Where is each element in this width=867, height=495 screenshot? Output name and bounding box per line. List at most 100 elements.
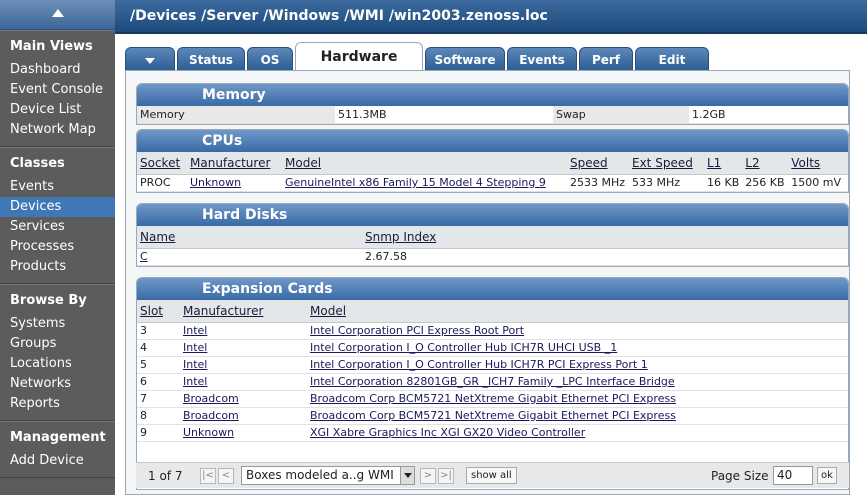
memory-panel-title: Memory xyxy=(137,84,848,106)
card-row: 5 Intel Intel Corporation I_O Controller H… xyxy=(137,356,848,374)
cpu-cell: 533 MHz xyxy=(629,174,704,192)
tab-software[interactable]: Software xyxy=(425,47,505,71)
last-page-button[interactable]: >| xyxy=(438,468,454,484)
card-row: 6 Intel Intel Corporation 82801GB_GR _ICH7… xyxy=(137,373,848,391)
card-cell[interactable]: Intel xyxy=(180,339,307,357)
disk-column-header[interactable]: Name xyxy=(137,226,362,249)
cpu-header-row: Socket Manufacturer Model Speed Ext Speed L1 L… xyxy=(137,152,848,175)
card-cell[interactable]: Broadcom Corp BCM5721 NetXtreme Gigabit … xyxy=(307,390,848,408)
dropdown-caret-icon xyxy=(145,57,155,64)
sidebar-item-events[interactable]: Events xyxy=(0,177,115,197)
card-column-header[interactable]: Slot xyxy=(137,300,180,323)
tab-events[interactable]: Events xyxy=(507,47,577,71)
show-all-button[interactable]: show all xyxy=(466,467,517,484)
sidebar-header xyxy=(0,0,115,30)
sidebar-section: Browse By Systems Groups Locations Networks R… xyxy=(0,284,115,421)
sidebar-item-locations[interactable]: Locations xyxy=(0,354,115,374)
memory-value: 511.3MB xyxy=(335,106,553,124)
cpus-table: Socket Manufacturer Model Speed Ext Speed L1 L… xyxy=(137,152,848,192)
disk-header-row: Name Snmp Index xyxy=(137,226,848,249)
first-page-button[interactable]: |< xyxy=(200,468,216,484)
cpu-cell: PROC xyxy=(137,174,187,192)
card-row: 9 Unknown XGI Xabre Graphics Inc XGI GX20 … xyxy=(137,424,848,442)
tab-os[interactable]: OS xyxy=(247,47,293,71)
card-cell[interactable]: Unknown xyxy=(180,424,307,442)
card-cell[interactable]: Intel xyxy=(180,356,307,374)
app-window: Main Views Dashboard Event Console Device L… xyxy=(0,0,867,495)
cpu-cell: 16 KB xyxy=(704,174,743,192)
sidebar-item-reports[interactable]: Reports xyxy=(0,394,115,414)
cpu-column-header[interactable]: Ext Speed xyxy=(629,152,704,175)
cpu-column-header[interactable]: Speed xyxy=(567,152,629,175)
card-cell[interactable]: Broadcom xyxy=(180,390,307,408)
tab-status[interactable]: Status xyxy=(177,47,245,71)
sidebar-item-systems[interactable]: Systems xyxy=(0,314,115,334)
sidebar-item-processes[interactable]: Processes xyxy=(0,237,115,257)
cpu-column-header[interactable]: Socket xyxy=(137,152,187,175)
top-bar: /Devices /Server /Windows /WMI /win2003.… xyxy=(115,0,867,34)
card-cell[interactable]: Intel Corporation I_O Controller Hub ICH… xyxy=(307,356,848,374)
ok-button[interactable]: ok xyxy=(817,467,837,484)
card-column-header[interactable]: Manufacturer xyxy=(180,300,307,323)
cpu-cell: 1500 mV xyxy=(788,174,848,192)
select-arrow-icon xyxy=(400,467,414,484)
card-cell: 8 xyxy=(137,407,180,425)
prev-page-button[interactable]: < xyxy=(218,468,234,484)
card-row: 7 Broadcom Broadcom Corp BCM5721 NetXtreme… xyxy=(137,390,848,408)
expansion-cards-table: Slot Manufacturer Model 3 Intel Intel Corpora… xyxy=(137,300,848,442)
next-page-button[interactable]: > xyxy=(420,468,436,484)
sidebar-item-networks[interactable]: Networks xyxy=(0,374,115,394)
sidebar-heading: Browse By xyxy=(10,293,87,308)
pager: 1 of 7 |< < Boxes modeled a..g WMI > >| … xyxy=(136,462,849,488)
card-cell[interactable]: XGI Xabre Graphics Inc XGI GX20 Video Co… xyxy=(307,424,848,442)
disk-row: C 2.67.58 xyxy=(137,248,848,266)
tab-perf[interactable]: Perf xyxy=(579,47,633,71)
cpu-column-header[interactable]: Manufacturer xyxy=(187,152,282,175)
memory-panel: Memory Memory 511.3MB Swap 1.2GB xyxy=(136,83,849,125)
card-cell[interactable]: Intel xyxy=(180,373,307,391)
sidebar-item-event-console[interactable]: Event Console xyxy=(0,80,115,100)
sidebar-item-devices[interactable]: Devices xyxy=(0,197,115,217)
disk-cell: 2.67.58 xyxy=(362,248,848,266)
card-cell[interactable]: Intel Corporation 82801GB_GR _ICH7 Famil… xyxy=(307,373,848,391)
sidebar-section: Main Views Dashboard Event Console Device L… xyxy=(0,30,115,147)
tab-menu-dropdown[interactable] xyxy=(125,47,175,71)
card-cell: 4 xyxy=(137,339,180,357)
cpu-column-header[interactable]: Volts xyxy=(788,152,848,175)
disk-cell[interactable]: C xyxy=(137,248,362,266)
card-cell[interactable]: Broadcom Corp BCM5721 NetXtreme Gigabit … xyxy=(307,407,848,425)
sidebar-item-products[interactable]: Products xyxy=(0,257,115,277)
breadcrumb: /Devices /Server /Windows /WMI /win2003.… xyxy=(130,8,548,24)
sidebar-item-services[interactable]: Services xyxy=(0,217,115,237)
tab-hardware[interactable]: Hardware xyxy=(295,42,423,72)
sidebar-item-network-map[interactable]: Network Map xyxy=(0,120,115,140)
cpus-panel: CPUs Socket Manufacturer Model Speed Ext Spe… xyxy=(136,129,849,193)
sidebar-item-device-list[interactable]: Device List xyxy=(0,100,115,120)
card-cell: 9 xyxy=(137,424,180,442)
cpu-column-header[interactable]: Model xyxy=(282,152,567,175)
sidebar: Main Views Dashboard Event Console Device L… xyxy=(0,0,115,495)
cpu-cell[interactable]: GenuineIntel x86 Family 15 Model 4 Stepp… xyxy=(282,174,567,192)
card-column-header[interactable]: Model xyxy=(307,300,848,323)
cpu-column-header[interactable]: L2 xyxy=(742,152,789,175)
sidebar-item-dashboard[interactable]: Dashboard xyxy=(0,60,115,80)
sidebar-heading: Classes xyxy=(10,156,65,171)
tab-bar: Status OS Software Events Perf Edit Hard… xyxy=(125,42,850,72)
cpu-column-header[interactable]: L1 xyxy=(704,152,743,175)
card-cell[interactable]: Broadcom xyxy=(180,407,307,425)
collapse-up-icon[interactable] xyxy=(51,9,64,17)
card-cell[interactable]: Intel Corporation I_O Controller Hub ICH… xyxy=(307,339,848,357)
sidebar-heading: Management xyxy=(10,430,106,445)
expansion-cards-panel-title: Expansion Cards xyxy=(137,278,848,300)
disk-column-header[interactable]: Snmp Index xyxy=(362,226,848,249)
card-row: 3 Intel Intel Corporation PCI Express Root… xyxy=(137,322,848,340)
sidebar-item-groups[interactable]: Groups xyxy=(0,334,115,354)
view-select[interactable]: Boxes modeled a..g WMI xyxy=(241,466,415,485)
tab-edit[interactable]: Edit xyxy=(635,47,709,71)
memory-table: Memory 511.3MB Swap 1.2GB xyxy=(137,106,848,124)
card-cell[interactable]: Intel xyxy=(180,322,307,340)
page-size-input[interactable]: 40 xyxy=(773,466,813,485)
card-cell[interactable]: Intel Corporation PCI Express Root Port xyxy=(307,322,848,340)
sidebar-item-add-device[interactable]: Add Device xyxy=(0,451,115,471)
cpu-cell[interactable]: Unknown xyxy=(187,174,282,192)
